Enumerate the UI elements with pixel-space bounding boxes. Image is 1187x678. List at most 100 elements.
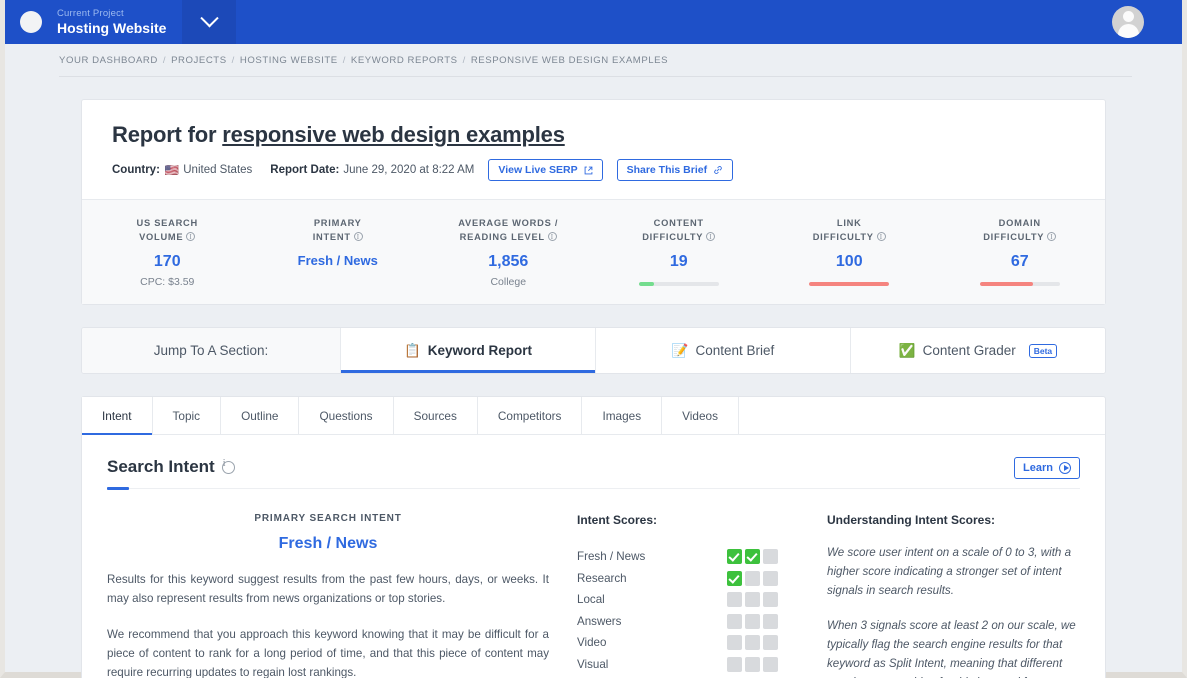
learn-button[interactable]: Learn <box>1014 457 1080 479</box>
tab-questions[interactable]: Questions <box>299 397 394 434</box>
info-circle-icon[interactable] <box>186 230 196 244</box>
jump-tab-content-grader[interactable]: ✅ Content Grader Beta <box>851 328 1105 373</box>
clipboard-icon: 📋 <box>403 342 421 358</box>
tab-competitors[interactable]: Competitors <box>477 397 583 434</box>
green-check-icon: ✅ <box>898 342 916 358</box>
breadcrumb-item-4: RESPONSIVE WEB DESIGN EXAMPLES <box>470 54 669 66</box>
account-menu-button[interactable] <box>1074 0 1182 44</box>
breadcrumb: YOUR DASHBOARD / PROJECTS / HOSTING WEBSITE /… <box>59 55 668 66</box>
breadcrumb-item-0[interactable]: YOUR DASHBOARD <box>59 55 158 66</box>
intent-paragraph-1: Results for this keyword suggest results… <box>107 573 549 605</box>
score-box-empty <box>745 635 760 651</box>
current-project-name: Hosting Website <box>57 20 167 36</box>
difficulty-bar-fill <box>979 282 1034 286</box>
intent-score-boxes <box>727 635 778 651</box>
primary-intent-column: PRIMARY SEARCH INTENT Fresh / News Resul… <box>107 513 577 678</box>
metrics-strip: US SEARCH VOLUME 170 CPC: $3.59 PRIMARY … <box>82 199 1105 304</box>
breadcrumb-item-3[interactable]: KEYWORD REPORTS <box>351 55 458 66</box>
report-card: Report for responsive web design example… <box>81 99 1106 305</box>
intent-score-boxes <box>727 570 778 586</box>
breadcrumb-item-1[interactable]: PROJECTS <box>171 55 227 66</box>
understanding-intent-column: Understanding Intent Scores: We score us… <box>827 513 1080 678</box>
intent-score-row: Local <box>577 589 827 611</box>
intent-score-boxes <box>727 656 778 672</box>
primary-search-intent-label: PRIMARY SEARCH INTENT <box>254 513 402 524</box>
tab-sources[interactable]: Sources <box>393 397 478 434</box>
understanding-intent-heading: Understanding Intent Scores: <box>827 513 996 527</box>
intent-score-row: Video <box>577 632 827 654</box>
breadcrumb-separator: / <box>231 54 235 66</box>
jump-tab-label: Keyword Report <box>427 343 533 358</box>
info-circle-icon[interactable] <box>706 230 716 244</box>
info-circle-icon[interactable] <box>547 230 557 244</box>
jump-tab-content-brief[interactable]: 📝 Content Brief <box>596 328 851 373</box>
score-box-empty <box>763 549 778 565</box>
score-box-empty <box>763 592 778 608</box>
circle-logo-icon <box>20 11 42 33</box>
jump-to-section-bar: Jump To A Section: 📋 Keyword Report 📝 Co… <box>81 327 1106 374</box>
current-project-block[interactable]: Current Project Hosting Website <box>57 0 182 44</box>
intent-panel-body: Search Intent Learn PRIMARY SEARCH INTEN… <box>82 435 1105 678</box>
intent-panel-header: Search Intent Learn <box>107 457 1080 479</box>
metric-label-line1: LINK <box>836 218 862 228</box>
intent-score-name: Local <box>577 593 605 607</box>
logo[interactable] <box>5 0 57 44</box>
info-circle-icon[interactable] <box>221 458 235 474</box>
intent-scores-column: Intent Scores: Fresh / News Research Local… <box>577 513 827 678</box>
breadcrumb-separator: / <box>162 54 167 66</box>
metric-label-line1: US SEARCH <box>136 218 198 228</box>
jump-tab-label: Content Grader <box>922 343 1016 358</box>
tab-outline[interactable]: Outline <box>221 397 300 434</box>
metric-label-line2: INTENT <box>259 230 418 244</box>
score-box-empty <box>727 592 742 608</box>
external-link-icon <box>584 166 592 174</box>
metric-primary-intent: PRIMARY INTENT Fresh / News <box>253 216 424 288</box>
intent-score-name: Research <box>577 571 627 585</box>
intent-score-boxes <box>727 549 778 565</box>
metric-us-search-volume: US SEARCH VOLUME 170 CPC: $3.59 <box>82 216 253 288</box>
breadcrumb-separator: / <box>342 54 346 66</box>
metric-label-line1: PRIMARY <box>313 218 362 228</box>
view-live-serp-button[interactable]: View Live SERP <box>488 159 603 181</box>
intent-scores-list: Fresh / News Research Local Answers Video Vis… <box>577 546 827 678</box>
share-this-brief-label: Share This Brief <box>626 164 708 176</box>
report-date-value: June 29, 2020 at 8:22 AM <box>343 164 475 176</box>
score-box-empty <box>763 635 778 651</box>
intent-scores-heading: Intent Scores: <box>577 513 658 527</box>
info-circle-icon[interactable] <box>1047 230 1057 244</box>
info-circle-icon[interactable] <box>353 230 363 244</box>
top-navigation-bar: Current Project Hosting Website <box>5 0 1182 44</box>
tab-videos[interactable]: Videos <box>662 397 739 434</box>
score-box-empty <box>763 613 778 629</box>
jump-to-section-label: Jump To A Section: <box>82 328 341 373</box>
understanding-paragraph-2: When 3 signals score at least 2 on our s… <box>827 619 1076 678</box>
app-root: Current Project Hosting Website YOUR DAS… <box>0 0 1187 678</box>
intent-score-name: Fresh / News <box>577 550 646 564</box>
score-box-filled-check-icon <box>727 570 742 586</box>
report-title-prefix: Report for <box>112 122 223 147</box>
breadcrumb-item-2[interactable]: HOSTING WEBSITE <box>240 55 338 66</box>
report-subtabs: Intent Topic Outline Questions Sources C… <box>82 397 1105 435</box>
info-circle-icon[interactable] <box>876 230 886 244</box>
score-box-filled-check-icon <box>727 549 742 565</box>
difficulty-bar <box>979 282 1060 286</box>
tab-topic[interactable]: Topic <box>152 397 222 434</box>
view-live-serp-label: View Live SERP <box>498 164 578 176</box>
breadcrumb-bar: YOUR DASHBOARD / PROJECTS / HOSTING WEBSITE /… <box>5 44 1182 76</box>
tab-intent[interactable]: Intent <box>82 397 153 435</box>
metric-value: 19 <box>669 253 688 270</box>
score-box-empty <box>727 613 742 629</box>
play-circle-icon <box>1059 462 1071 474</box>
learn-button-label: Learn <box>1023 462 1053 474</box>
jump-tab-keyword-report[interactable]: 📋 Keyword Report <box>341 328 596 373</box>
section-title-text: Search Intent <box>107 457 215 476</box>
intent-score-name: Video <box>577 636 607 650</box>
tab-images[interactable]: Images <box>582 397 663 434</box>
share-this-brief-button[interactable]: Share This Brief <box>616 159 734 181</box>
intent-score-boxes <box>727 592 778 608</box>
project-switcher-button[interactable] <box>182 0 237 44</box>
score-box-empty <box>745 613 760 629</box>
score-box-empty <box>763 656 778 672</box>
metric-label-line2: VOLUME <box>88 230 247 244</box>
